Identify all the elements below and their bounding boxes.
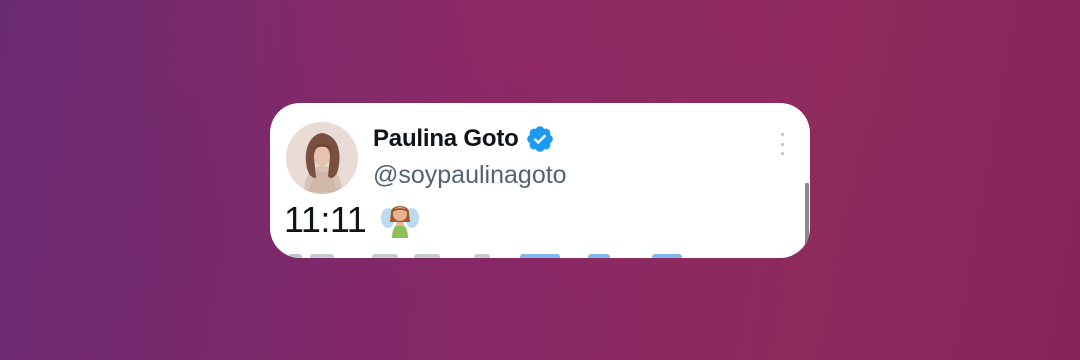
truncated-line xyxy=(288,250,708,258)
author-name-row: Paulina Goto xyxy=(373,122,555,156)
more-options-icon[interactable] xyxy=(776,133,788,155)
scrollbar[interactable] xyxy=(805,183,809,255)
verified-badge-icon xyxy=(525,124,555,154)
tweet-card[interactable]: Paulina Goto @soypaulinagoto 11:11 xyxy=(270,103,810,258)
tweet-text: 11:11 xyxy=(284,199,367,240)
fairy-emoji-icon xyxy=(380,200,420,240)
display-name[interactable]: Paulina Goto xyxy=(373,125,519,153)
author-handle[interactable]: @soypaulinagoto xyxy=(373,161,567,190)
avatar[interactable] xyxy=(286,122,358,194)
tweet-body: 11:11 xyxy=(284,199,420,241)
